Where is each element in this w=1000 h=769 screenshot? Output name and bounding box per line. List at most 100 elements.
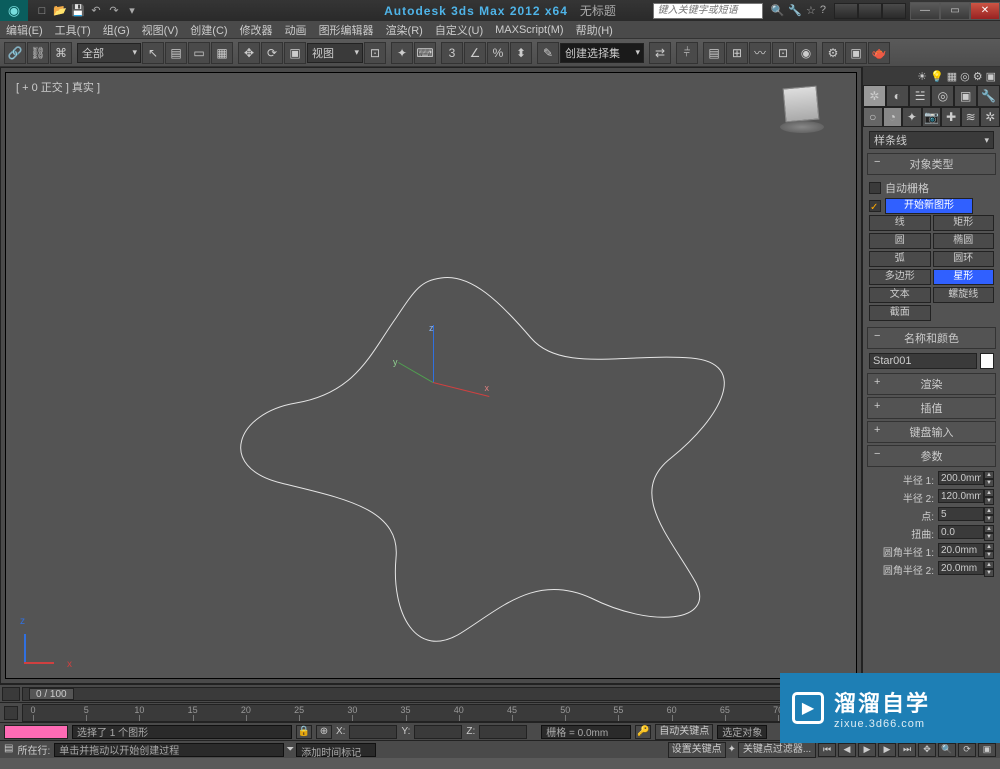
lamp-icon[interactable]: 💡 <box>930 70 944 83</box>
fillet1-input[interactable] <box>938 543 984 557</box>
key-icon[interactable]: 🔑 <box>635 725 651 739</box>
btn-line[interactable]: 线 <box>869 215 931 231</box>
time-track[interactable]: 0 / 100 <box>22 687 830 701</box>
trackbar-toggle[interactable] <box>4 706 18 720</box>
window-close-button[interactable]: ✕ <box>970 2 1000 20</box>
radius2-input[interactable] <box>938 489 984 503</box>
percent-snap-icon[interactable]: % <box>487 42 509 64</box>
shape-type-combo[interactable]: 样条线 <box>869 131 994 149</box>
btn-star[interactable]: 星形 <box>933 269 995 285</box>
cat-geometry-icon[interactable]: ○ <box>863 107 883 127</box>
link-icon[interactable]: 🔗 <box>4 42 26 64</box>
mdi-close-button[interactable] <box>882 3 906 19</box>
move-icon[interactable]: ✥ <box>238 42 260 64</box>
rollout-render[interactable]: 渲染 <box>867 373 996 395</box>
qat-open-icon[interactable]: 📂 <box>52 3 68 19</box>
edit-named-sel-icon[interactable]: ✎ <box>537 42 559 64</box>
cat-systems-icon[interactable]: ✲ <box>980 107 1000 127</box>
help-search-input[interactable] <box>653 3 763 19</box>
tab-hierarchy[interactable]: ☱ <box>909 85 932 107</box>
snap-toggle-icon[interactable]: 3 <box>441 42 463 64</box>
distortion-up[interactable]: ▲ <box>984 525 994 533</box>
graphite-icon[interactable]: ⊞ <box>726 42 748 64</box>
cat-cameras-icon[interactable]: 📷 <box>922 107 942 127</box>
menu-edit[interactable]: 编辑(E) <box>0 22 49 38</box>
cat-helpers-icon[interactable]: ✚ <box>941 107 961 127</box>
select-manipulate-icon[interactable]: ✦ <box>391 42 413 64</box>
qat-new-icon[interactable]: □ <box>34 3 50 19</box>
unlink-icon[interactable]: ⛓ <box>27 42 49 64</box>
menu-create[interactable]: 创建(C) <box>184 22 233 38</box>
btn-text[interactable]: 文本 <box>869 287 931 303</box>
qat-undo-icon[interactable]: ↶ <box>88 3 104 19</box>
add-time-tag[interactable]: 添加时间标记 <box>296 743 376 757</box>
curve-editor-icon[interactable]: 〰 <box>749 42 771 64</box>
nav-max-icon[interactable]: ▣ <box>978 743 996 757</box>
rollout-object-type[interactable]: 对象类型 <box>867 153 996 175</box>
material-editor-icon[interactable]: ◉ <box>795 42 817 64</box>
communicate-icon[interactable]: ☆ <box>806 4 816 17</box>
object-color-swatch[interactable] <box>980 353 994 369</box>
tab-utilities[interactable]: 🔧 <box>977 85 1000 107</box>
radius1-up[interactable]: ▲ <box>984 471 994 479</box>
nav-zoom-icon[interactable]: 🔍 <box>938 743 956 757</box>
fillet2-input[interactable] <box>938 561 984 575</box>
mdi-min-button[interactable] <box>834 3 858 19</box>
btn-section[interactable]: 截面 <box>869 305 931 321</box>
render-setup-icon[interactable]: ⚙ <box>822 42 844 64</box>
menu-rendering[interactable]: 渲染(R) <box>380 22 429 38</box>
tool1-icon[interactable]: ▦ <box>947 70 957 83</box>
lock-selection-icon[interactable]: 🔒 <box>296 725 312 739</box>
layers-icon[interactable]: ▤ <box>703 42 725 64</box>
tab-display[interactable]: ▣ <box>954 85 977 107</box>
ref-coord-combo[interactable]: 视图 <box>307 43 363 63</box>
keyboard-shortcut-icon[interactable]: ⌨ <box>414 42 436 64</box>
spinner-snap-icon[interactable]: ⬍ <box>510 42 532 64</box>
tool-icon[interactable]: 🔧 <box>788 4 802 17</box>
select-name-icon[interactable]: ▤ <box>165 42 187 64</box>
play-prev-icon[interactable]: ◀ <box>838 743 856 757</box>
time-prev-button[interactable] <box>2 687 20 701</box>
radius2-down[interactable]: ▼ <box>984 497 994 505</box>
nav-pan-icon[interactable]: ✥ <box>918 743 936 757</box>
cat-lights-icon[interactable]: ✦ <box>902 107 922 127</box>
menu-maxscript[interactable]: MAXScript(M) <box>489 24 569 36</box>
tool4-icon[interactable]: ▣ <box>986 70 996 83</box>
window-maximize-button[interactable]: ▭ <box>940 2 970 20</box>
search-icon[interactable]: 🔍 <box>771 4 785 17</box>
named-selection-combo[interactable]: 创建选择集 <box>560 43 644 63</box>
app-icon[interactable]: ◉ <box>0 0 28 21</box>
tab-modify[interactable]: ◐ <box>886 85 909 107</box>
radius1-input[interactable] <box>938 471 984 485</box>
autogrid-checkbox[interactable] <box>869 182 881 194</box>
x-coord-input[interactable] <box>349 725 397 739</box>
bind-icon[interactable]: ⌘ <box>50 42 72 64</box>
start-new-shape-button[interactable]: 开始新图形 <box>885 198 973 214</box>
distortion-input[interactable] <box>938 525 984 539</box>
mirror-icon[interactable]: ⇄ <box>649 42 671 64</box>
mini-listener-macro[interactable] <box>4 725 68 739</box>
window-minimize-button[interactable]: — <box>910 2 940 20</box>
tab-create[interactable]: ✲ <box>863 85 886 107</box>
mdi-max-button[interactable] <box>858 3 882 19</box>
help-icon[interactable]: ? <box>820 4 826 17</box>
fillet2-down[interactable]: ▼ <box>984 569 994 577</box>
rollout-parameters[interactable]: 参数 <box>867 445 996 467</box>
points-input[interactable] <box>938 507 984 521</box>
menu-animation[interactable]: 动画 <box>279 22 313 38</box>
cat-shapes-icon[interactable]: ◔ <box>883 107 903 127</box>
menu-group[interactable]: 组(G) <box>97 22 136 38</box>
nav-orbit-icon[interactable]: ⟳ <box>958 743 976 757</box>
render-frame-icon[interactable]: ▣ <box>845 42 867 64</box>
btn-ellipse[interactable]: 椭圆 <box>933 233 995 249</box>
play-icon[interactable]: ▶ <box>858 743 876 757</box>
transform-gizmo[interactable]: zxy <box>403 323 483 403</box>
menu-graph-editors[interactable]: 图形编辑器 <box>313 22 380 38</box>
menu-tools[interactable]: 工具(T) <box>49 22 97 38</box>
render-icon[interactable]: 🫖 <box>868 42 890 64</box>
btn-arc[interactable]: 弧 <box>869 251 931 267</box>
play-next-icon[interactable]: ▶ <box>878 743 896 757</box>
select-icon[interactable]: ↖ <box>142 42 164 64</box>
qat-redo-icon[interactable]: ↷ <box>106 3 122 19</box>
sun-icon[interactable]: ☀ <box>917 70 927 83</box>
